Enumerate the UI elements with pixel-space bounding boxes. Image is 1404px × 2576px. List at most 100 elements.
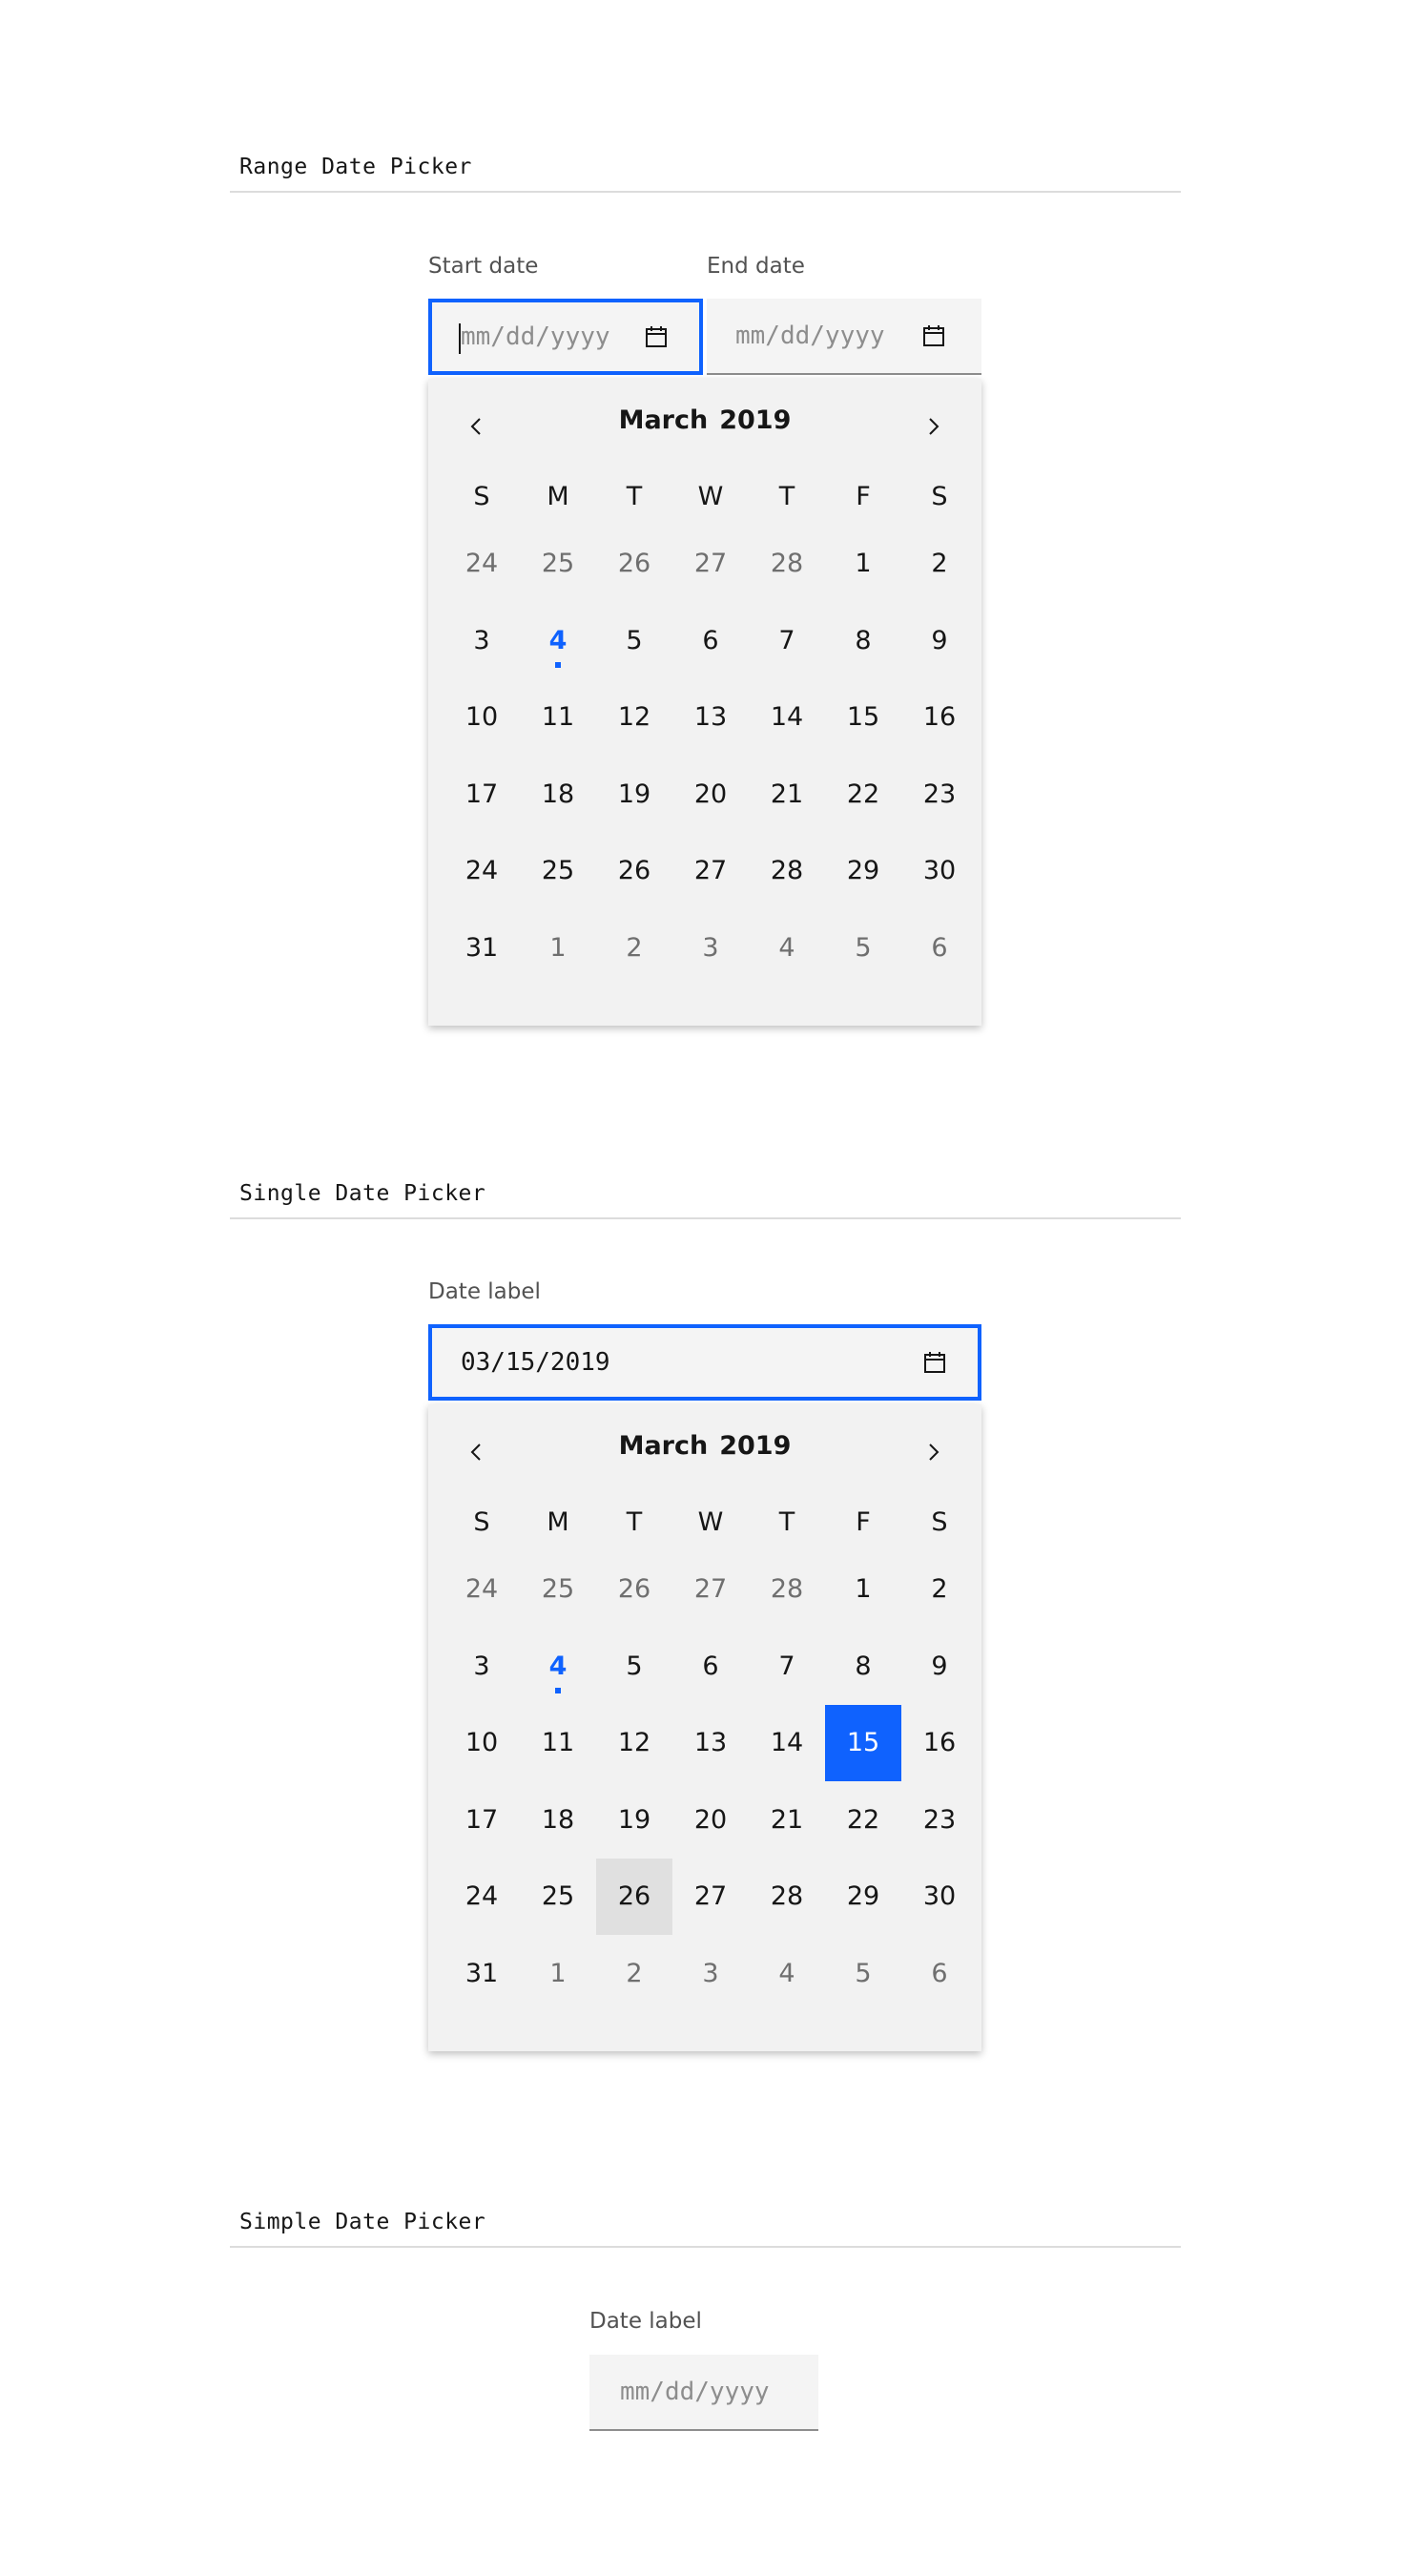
- calendar-day-selected[interactable]: 15: [825, 1705, 901, 1782]
- calendar-day[interactable]: 14: [749, 1705, 825, 1781]
- calendar-day-outside-month[interactable]: 26: [596, 1551, 672, 1628]
- calendar-icon[interactable]: [921, 323, 946, 348]
- calendar-day[interactable]: 13: [672, 679, 749, 756]
- calendar-day[interactable]: 24: [444, 1859, 520, 1935]
- calendar-day-outside-month[interactable]: 24: [444, 1551, 520, 1628]
- weekday-header: T: [626, 482, 643, 511]
- calendar-day[interactable]: 18: [520, 757, 596, 833]
- calendar-day[interactable]: 19: [596, 757, 672, 833]
- calendar-day-outside-month[interactable]: 5: [825, 910, 901, 987]
- calendar-day[interactable]: 27: [672, 1859, 749, 1935]
- calendar-day[interactable]: 12: [596, 679, 672, 756]
- calendar-day[interactable]: 6: [672, 1629, 749, 1705]
- calendar-day[interactable]: 22: [825, 757, 901, 833]
- calendar-day[interactable]: 30: [901, 1859, 978, 1935]
- calendar-day[interactable]: 3: [444, 1629, 520, 1705]
- calendar-day[interactable]: 16: [901, 1705, 978, 1781]
- calendar-day-outside-month[interactable]: 4: [749, 910, 825, 987]
- calendar-day[interactable]: 28: [749, 833, 825, 909]
- calendar-day[interactable]: 18: [520, 1782, 596, 1859]
- calendar-day[interactable]: 17: [444, 757, 520, 833]
- simple-date-input[interactable]: mm/dd/yyyy: [589, 2355, 818, 2431]
- calendar-day[interactable]: 31: [444, 910, 520, 987]
- calendar-day[interactable]: 1: [825, 1551, 901, 1628]
- calendar-day-outside-month[interactable]: 1: [520, 910, 596, 987]
- calendar-day[interactable]: 20: [672, 1782, 749, 1859]
- calendar-icon[interactable]: [644, 324, 669, 349]
- start-date-input[interactable]: mm/dd/yyyy: [428, 299, 703, 375]
- calendar-day[interactable]: 24: [444, 833, 520, 909]
- calendar-day-outside-month[interactable]: 25: [520, 1551, 596, 1628]
- calendar-day[interactable]: 7: [749, 1629, 825, 1705]
- calendar-day-outside-month[interactable]: 5: [825, 1936, 901, 2012]
- calendar-day-outside-month[interactable]: 3: [672, 910, 749, 987]
- calendar-day[interactable]: 31: [444, 1936, 520, 2012]
- calendar-day[interactable]: 1: [825, 526, 901, 602]
- calendar-day[interactable]: 29: [825, 1859, 901, 1935]
- calendar-day[interactable]: 20: [672, 757, 749, 833]
- single-date-input[interactable]: 03/15/2019: [428, 1324, 981, 1401]
- calendar-icon[interactable]: [922, 1350, 947, 1375]
- calendar-day-today[interactable]: 4: [520, 1629, 596, 1705]
- calendar-day[interactable]: 16: [901, 679, 978, 756]
- calendar-day-outside-month[interactable]: 27: [672, 526, 749, 602]
- calendar-day[interactable]: 29: [825, 833, 901, 909]
- calendar-day-outside-month[interactable]: 3: [672, 1936, 749, 2012]
- calendar-day-outside-month[interactable]: 1: [520, 1936, 596, 2012]
- calendar-day-hovered[interactable]: 26: [596, 1859, 672, 1936]
- section-divider: [230, 1217, 1181, 1219]
- calendar-day[interactable]: 12: [596, 1705, 672, 1781]
- calendar-day[interactable]: 28: [749, 1859, 825, 1935]
- weekday-header: M: [547, 1507, 569, 1537]
- calendar-day-outside-month[interactable]: 27: [672, 1551, 749, 1628]
- calendar-day[interactable]: 23: [901, 757, 978, 833]
- calendar-day-outside-month[interactable]: 28: [749, 1551, 825, 1628]
- calendar-day[interactable]: 9: [901, 603, 978, 679]
- calendar-day[interactable]: 17: [444, 1782, 520, 1859]
- calendar-day[interactable]: 30: [901, 833, 978, 909]
- calendar-day[interactable]: 10: [444, 1705, 520, 1781]
- calendar-day[interactable]: 25: [520, 833, 596, 909]
- calendar-day-outside-month[interactable]: 28: [749, 526, 825, 602]
- calendar-day[interactable]: 11: [520, 679, 596, 756]
- calendar-day[interactable]: 11: [520, 1705, 596, 1781]
- start-date-label: Start date: [428, 254, 539, 279]
- calendar-day[interactable]: 5: [596, 603, 672, 679]
- calendar-day-outside-month[interactable]: 26: [596, 526, 672, 602]
- calendar-day[interactable]: 6: [672, 603, 749, 679]
- calendar-day-outside-month[interactable]: 4: [749, 1936, 825, 2012]
- calendar-day[interactable]: 22: [825, 1782, 901, 1859]
- calendar-day[interactable]: 8: [825, 1629, 901, 1705]
- calendar-day[interactable]: 27: [672, 833, 749, 909]
- single-calendar-dropdown: March 2019 S M T W T F S 24 25 26 27 28 1 2 3 4 5 6 7 8 9 10 11…: [428, 1404, 981, 2051]
- chevron-right-icon[interactable]: [915, 407, 953, 446]
- calendar-month: March: [618, 1431, 709, 1461]
- calendar-day[interactable]: 21: [749, 1782, 825, 1859]
- calendar-day[interactable]: 7: [749, 603, 825, 679]
- calendar-day[interactable]: 9: [901, 1629, 978, 1705]
- end-date-input[interactable]: mm/dd/yyyy: [707, 299, 981, 375]
- calendar-day-outside-month[interactable]: 2: [596, 1936, 672, 2012]
- calendar-day-outside-month[interactable]: 25: [520, 526, 596, 602]
- chevron-right-icon[interactable]: [915, 1433, 953, 1471]
- calendar-day[interactable]: 2: [901, 526, 978, 602]
- calendar-day-outside-month[interactable]: 6: [901, 1936, 978, 2012]
- calendar-day[interactable]: 21: [749, 757, 825, 833]
- calendar-day-outside-month[interactable]: 2: [596, 910, 672, 987]
- calendar-day[interactable]: 2: [901, 1551, 978, 1628]
- calendar-day[interactable]: 10: [444, 679, 520, 756]
- calendar-day[interactable]: 23: [901, 1782, 978, 1859]
- calendar-day-outside-month[interactable]: 24: [444, 526, 520, 602]
- calendar-day[interactable]: 19: [596, 1782, 672, 1859]
- calendar-day-today[interactable]: 4: [520, 603, 596, 679]
- calendar-day[interactable]: 8: [825, 603, 901, 679]
- calendar-day-outside-month[interactable]: 6: [901, 910, 978, 987]
- calendar-day[interactable]: 26: [596, 833, 672, 909]
- calendar-day[interactable]: 13: [672, 1705, 749, 1781]
- calendar-day[interactable]: 3: [444, 603, 520, 679]
- calendar-day[interactable]: 15: [825, 679, 901, 756]
- calendar-day[interactable]: 5: [596, 1629, 672, 1705]
- end-date-placeholder: mm/dd/yyyy: [735, 322, 885, 350]
- calendar-day[interactable]: 25: [520, 1859, 596, 1935]
- calendar-day[interactable]: 14: [749, 679, 825, 756]
